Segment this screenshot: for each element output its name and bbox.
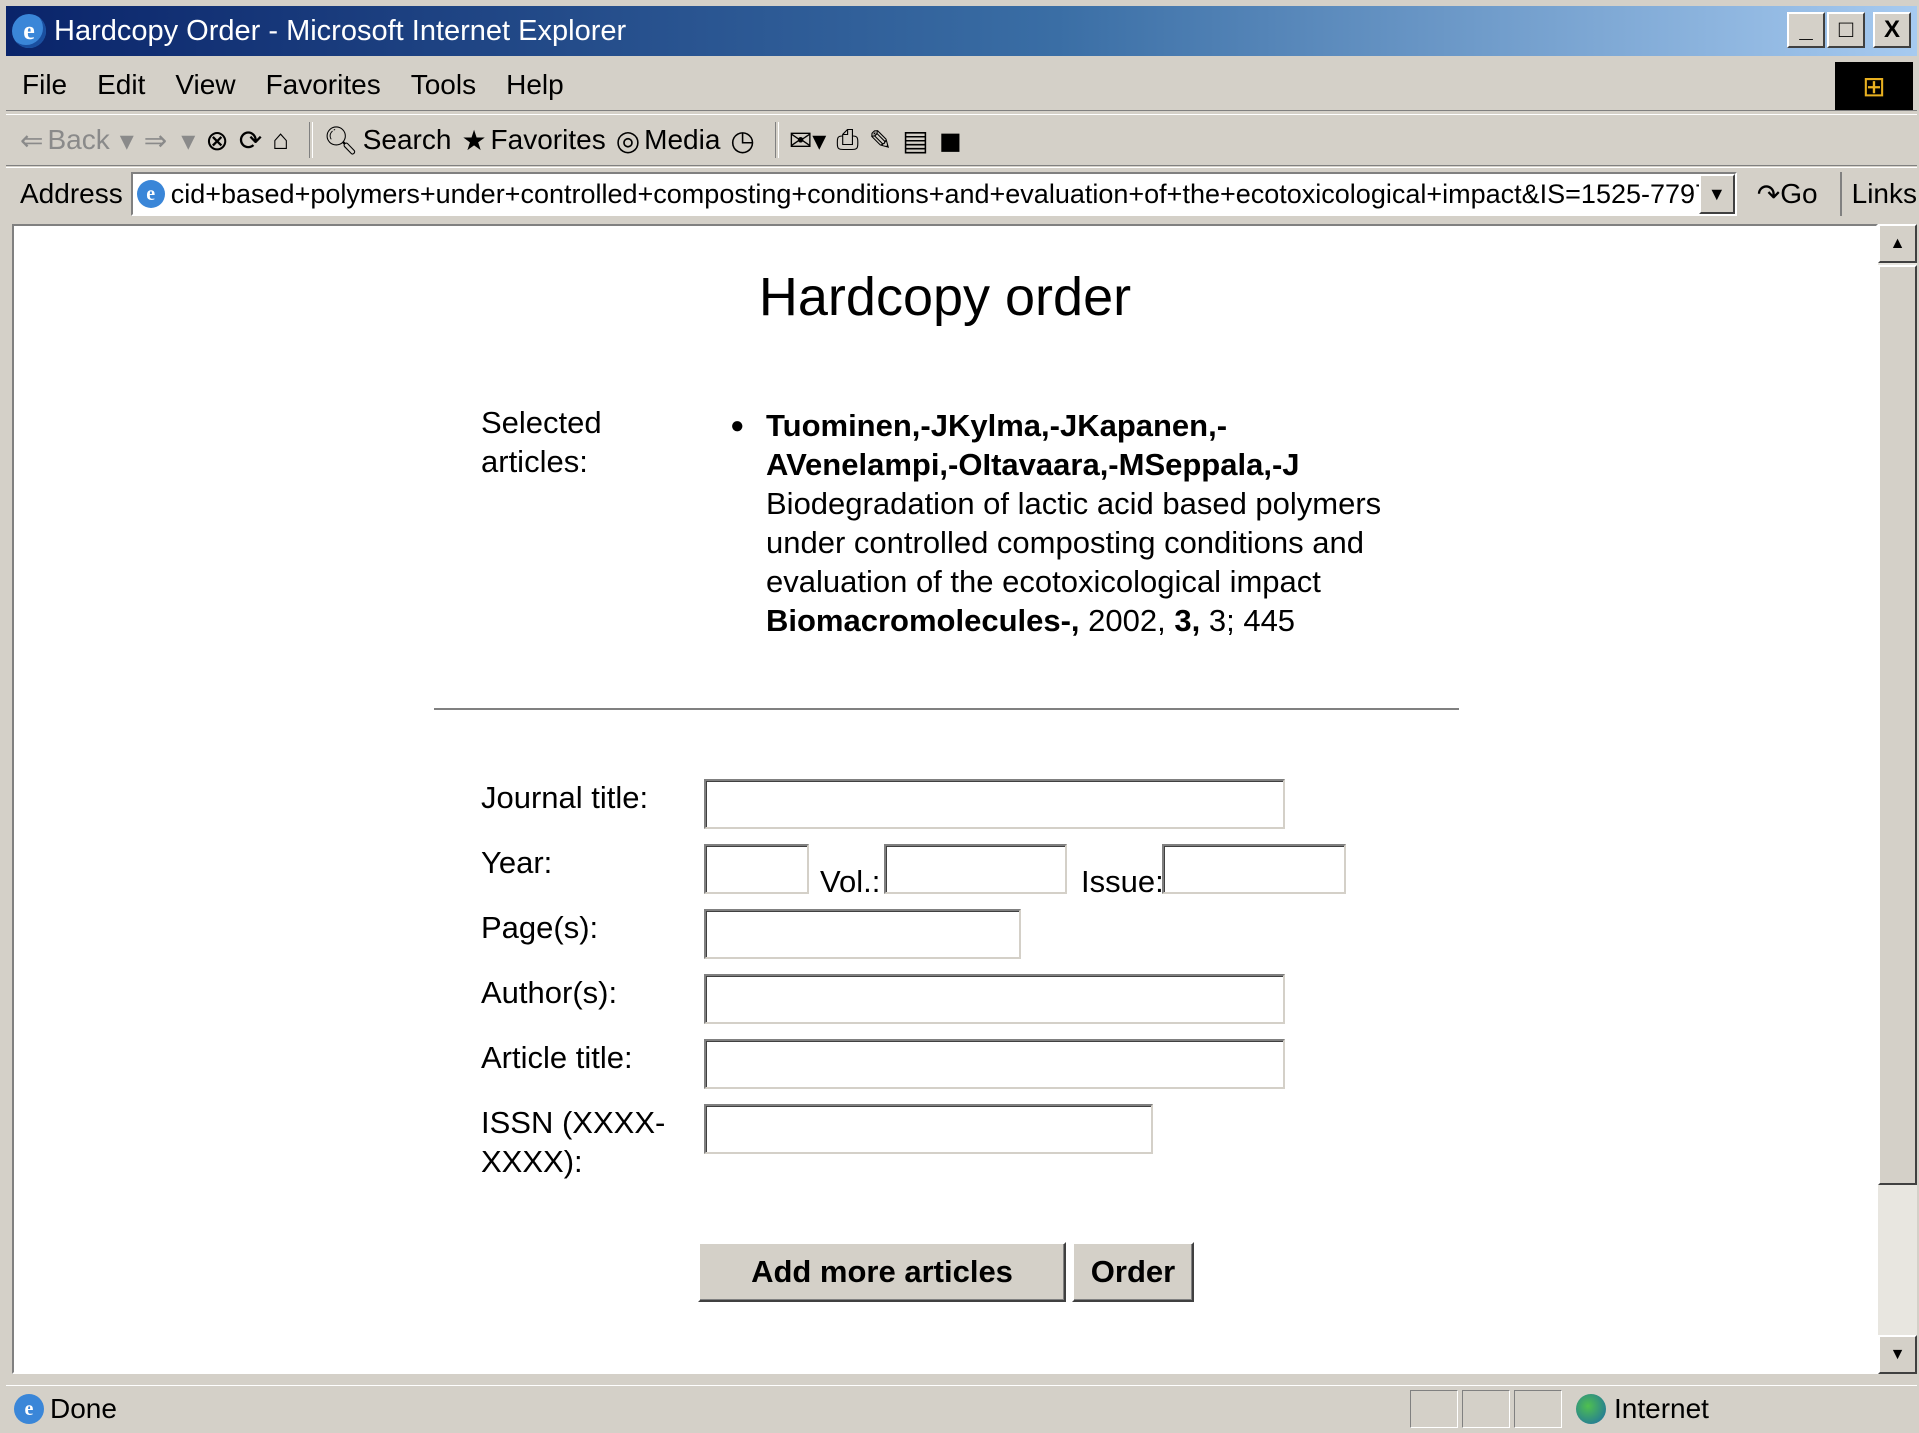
issue-input[interactable] bbox=[1162, 844, 1346, 894]
search-button[interactable]: 🔍︎ Search bbox=[323, 124, 451, 157]
back-label: Back bbox=[47, 124, 110, 155]
article-title: Biodegradation of lactic acid based poly… bbox=[766, 486, 1382, 599]
order-button[interactable]: Order bbox=[1072, 1242, 1194, 1302]
search-label: Search bbox=[362, 124, 452, 155]
year-label: Year: bbox=[481, 845, 553, 880]
page-title: Hardcopy order bbox=[758, 267, 1132, 327]
status-panel bbox=[1514, 1390, 1562, 1428]
year-input[interactable] bbox=[704, 844, 809, 894]
menu-favorites[interactable]: Favorites bbox=[250, 69, 395, 101]
scroll-down-icon[interactable]: ▼ bbox=[1878, 1335, 1917, 1374]
journal-title-label: Journal title: bbox=[481, 780, 649, 815]
refresh-icon[interactable]: ⟳ bbox=[239, 124, 262, 157]
back-button[interactable]: ⇐ Back bbox=[20, 124, 110, 157]
globe-icon bbox=[1576, 1394, 1606, 1424]
scroll-up-icon[interactable]: ▲ bbox=[1878, 224, 1917, 263]
authors-label: Author(s): bbox=[481, 975, 618, 1010]
address-dropdown-icon[interactable]: ▼ bbox=[1698, 174, 1735, 214]
mail-icon[interactable]: ✉▾ bbox=[789, 124, 827, 157]
selected-articles-label: Selected articles: bbox=[481, 405, 602, 479]
article-volume: 3, bbox=[1174, 603, 1201, 638]
menu-file[interactable]: File bbox=[6, 69, 81, 101]
zone-label: Internet bbox=[1614, 1393, 1709, 1424]
minimize-button[interactable]: _ bbox=[1787, 12, 1825, 48]
address-input[interactable]: e cid+based+polymers+under+controlled+co… bbox=[130, 172, 1737, 216]
article-year: 2002, bbox=[1088, 603, 1166, 638]
status-panel bbox=[1462, 1390, 1510, 1428]
menu-help[interactable]: Help bbox=[490, 69, 578, 101]
favorites-button[interactable]: ★ Favorites bbox=[461, 124, 605, 157]
stop-icon[interactable]: ⊗ bbox=[205, 124, 228, 157]
back-arrow-icon: ⇐ bbox=[20, 124, 44, 156]
status-page-icon: e bbox=[14, 1394, 44, 1424]
address-label: Address bbox=[20, 178, 123, 209]
issn-input[interactable] bbox=[704, 1104, 1153, 1154]
favorites-label: Favorites bbox=[490, 124, 606, 155]
article-authors: Tuominen,-JKylma,-JKapanen,-AVenelampi,-… bbox=[766, 408, 1300, 482]
links-button[interactable]: Links bbox=[1839, 172, 1917, 216]
address-url[interactable]: cid+based+polymers+under+controlled+comp… bbox=[171, 179, 1710, 210]
article-journal: Biomacromolecules-, bbox=[766, 603, 1080, 638]
menu-tools[interactable]: Tools bbox=[395, 69, 490, 101]
issn-label: ISSN (XXXX-XXXX): bbox=[481, 1105, 666, 1179]
back-dropdown-icon[interactable]: ▾ bbox=[120, 124, 134, 157]
forward-arrow-icon: ⇒ bbox=[143, 124, 168, 156]
window-controls: _ □ X bbox=[1787, 12, 1911, 48]
status-panel bbox=[1410, 1390, 1458, 1428]
ie-icon: e bbox=[12, 14, 46, 48]
go-arrow-icon: ↷ bbox=[1756, 178, 1781, 210]
title-bar: e Hardcopy Order - Microsoft Internet Ex… bbox=[6, 6, 1917, 56]
article-title-label: Article title: bbox=[481, 1040, 633, 1075]
page-content: Hardcopy order Selected articles: ● Tuom… bbox=[12, 224, 1878, 1374]
address-bar: Address e cid+based+polymers+under+contr… bbox=[6, 167, 1917, 220]
selected-article: ● Tuominen,-JKylma,-JKapanen,-AVenelampi… bbox=[730, 406, 1406, 640]
pages-label: Page(s): bbox=[481, 910, 599, 945]
article-title-input[interactable] bbox=[704, 1039, 1285, 1089]
favorites-icon: ★ bbox=[461, 124, 487, 156]
forward-button[interactable]: ⇒ bbox=[144, 124, 171, 157]
print-icon[interactable]: ⎙ bbox=[836, 124, 858, 157]
vol-input[interactable] bbox=[884, 844, 1067, 894]
divider bbox=[434, 708, 1459, 710]
add-more-articles-button[interactable]: Add more articles bbox=[698, 1242, 1066, 1302]
go-button[interactable]: ↷ Go bbox=[1757, 178, 1818, 211]
authors-input[interactable] bbox=[704, 974, 1285, 1024]
browser-window: e Hardcopy Order - Microsoft Internet Ex… bbox=[0, 0, 1919, 1433]
go-label: Go bbox=[1780, 178, 1818, 209]
close-button[interactable]: X bbox=[1873, 12, 1911, 48]
vertical-scrollbar[interactable]: ▲ ▼ bbox=[1878, 224, 1917, 1374]
media-icon: ◎ bbox=[615, 124, 641, 156]
messenger-icon[interactable]: ◼ bbox=[939, 124, 962, 157]
edit-icon[interactable]: ✎ bbox=[869, 124, 892, 157]
pages-input[interactable] bbox=[704, 909, 1021, 959]
vol-label: Vol.: bbox=[820, 864, 881, 899]
menu-edit[interactable]: Edit bbox=[81, 69, 159, 101]
discuss-icon[interactable]: ▤ bbox=[902, 124, 928, 157]
article-issue-pages: 3; 445 bbox=[1208, 603, 1296, 638]
history-icon[interactable]: ◷ bbox=[730, 124, 754, 157]
status-text: Done bbox=[50, 1393, 117, 1424]
toolbar-separator bbox=[309, 122, 314, 158]
status-bar: e Done Internet bbox=[6, 1385, 1917, 1432]
bullet-icon: ● bbox=[730, 412, 745, 439]
page-icon: e bbox=[136, 180, 165, 208]
menu-view[interactable]: View bbox=[159, 69, 249, 101]
security-zone: Internet bbox=[1566, 1390, 1709, 1428]
search-icon: 🔍︎ bbox=[323, 124, 359, 156]
maximize-button[interactable]: □ bbox=[1827, 12, 1865, 48]
forward-dropdown-icon[interactable]: ▾ bbox=[181, 124, 195, 157]
scroll-thumb[interactable] bbox=[1878, 265, 1917, 1185]
home-icon[interactable]: ⌂ bbox=[272, 124, 289, 156]
issue-label: Issue: bbox=[1081, 864, 1164, 899]
menu-bar: File Edit View Favorites Tools Help ⊞ bbox=[6, 60, 1917, 111]
toolbar: ⇐ Back ▾ ⇒ ▾ ⊗ ⟳ ⌂ 🔍︎ Search ★ Favorites… bbox=[6, 114, 1917, 166]
journal-title-input[interactable] bbox=[704, 779, 1285, 829]
media-label: Media bbox=[644, 124, 721, 155]
window-title: Hardcopy Order - Microsoft Internet Expl… bbox=[54, 14, 627, 47]
toolbar-separator-2 bbox=[774, 122, 779, 158]
windows-logo-icon: ⊞ bbox=[1835, 62, 1913, 110]
media-button[interactable]: ◎ Media bbox=[616, 124, 721, 157]
